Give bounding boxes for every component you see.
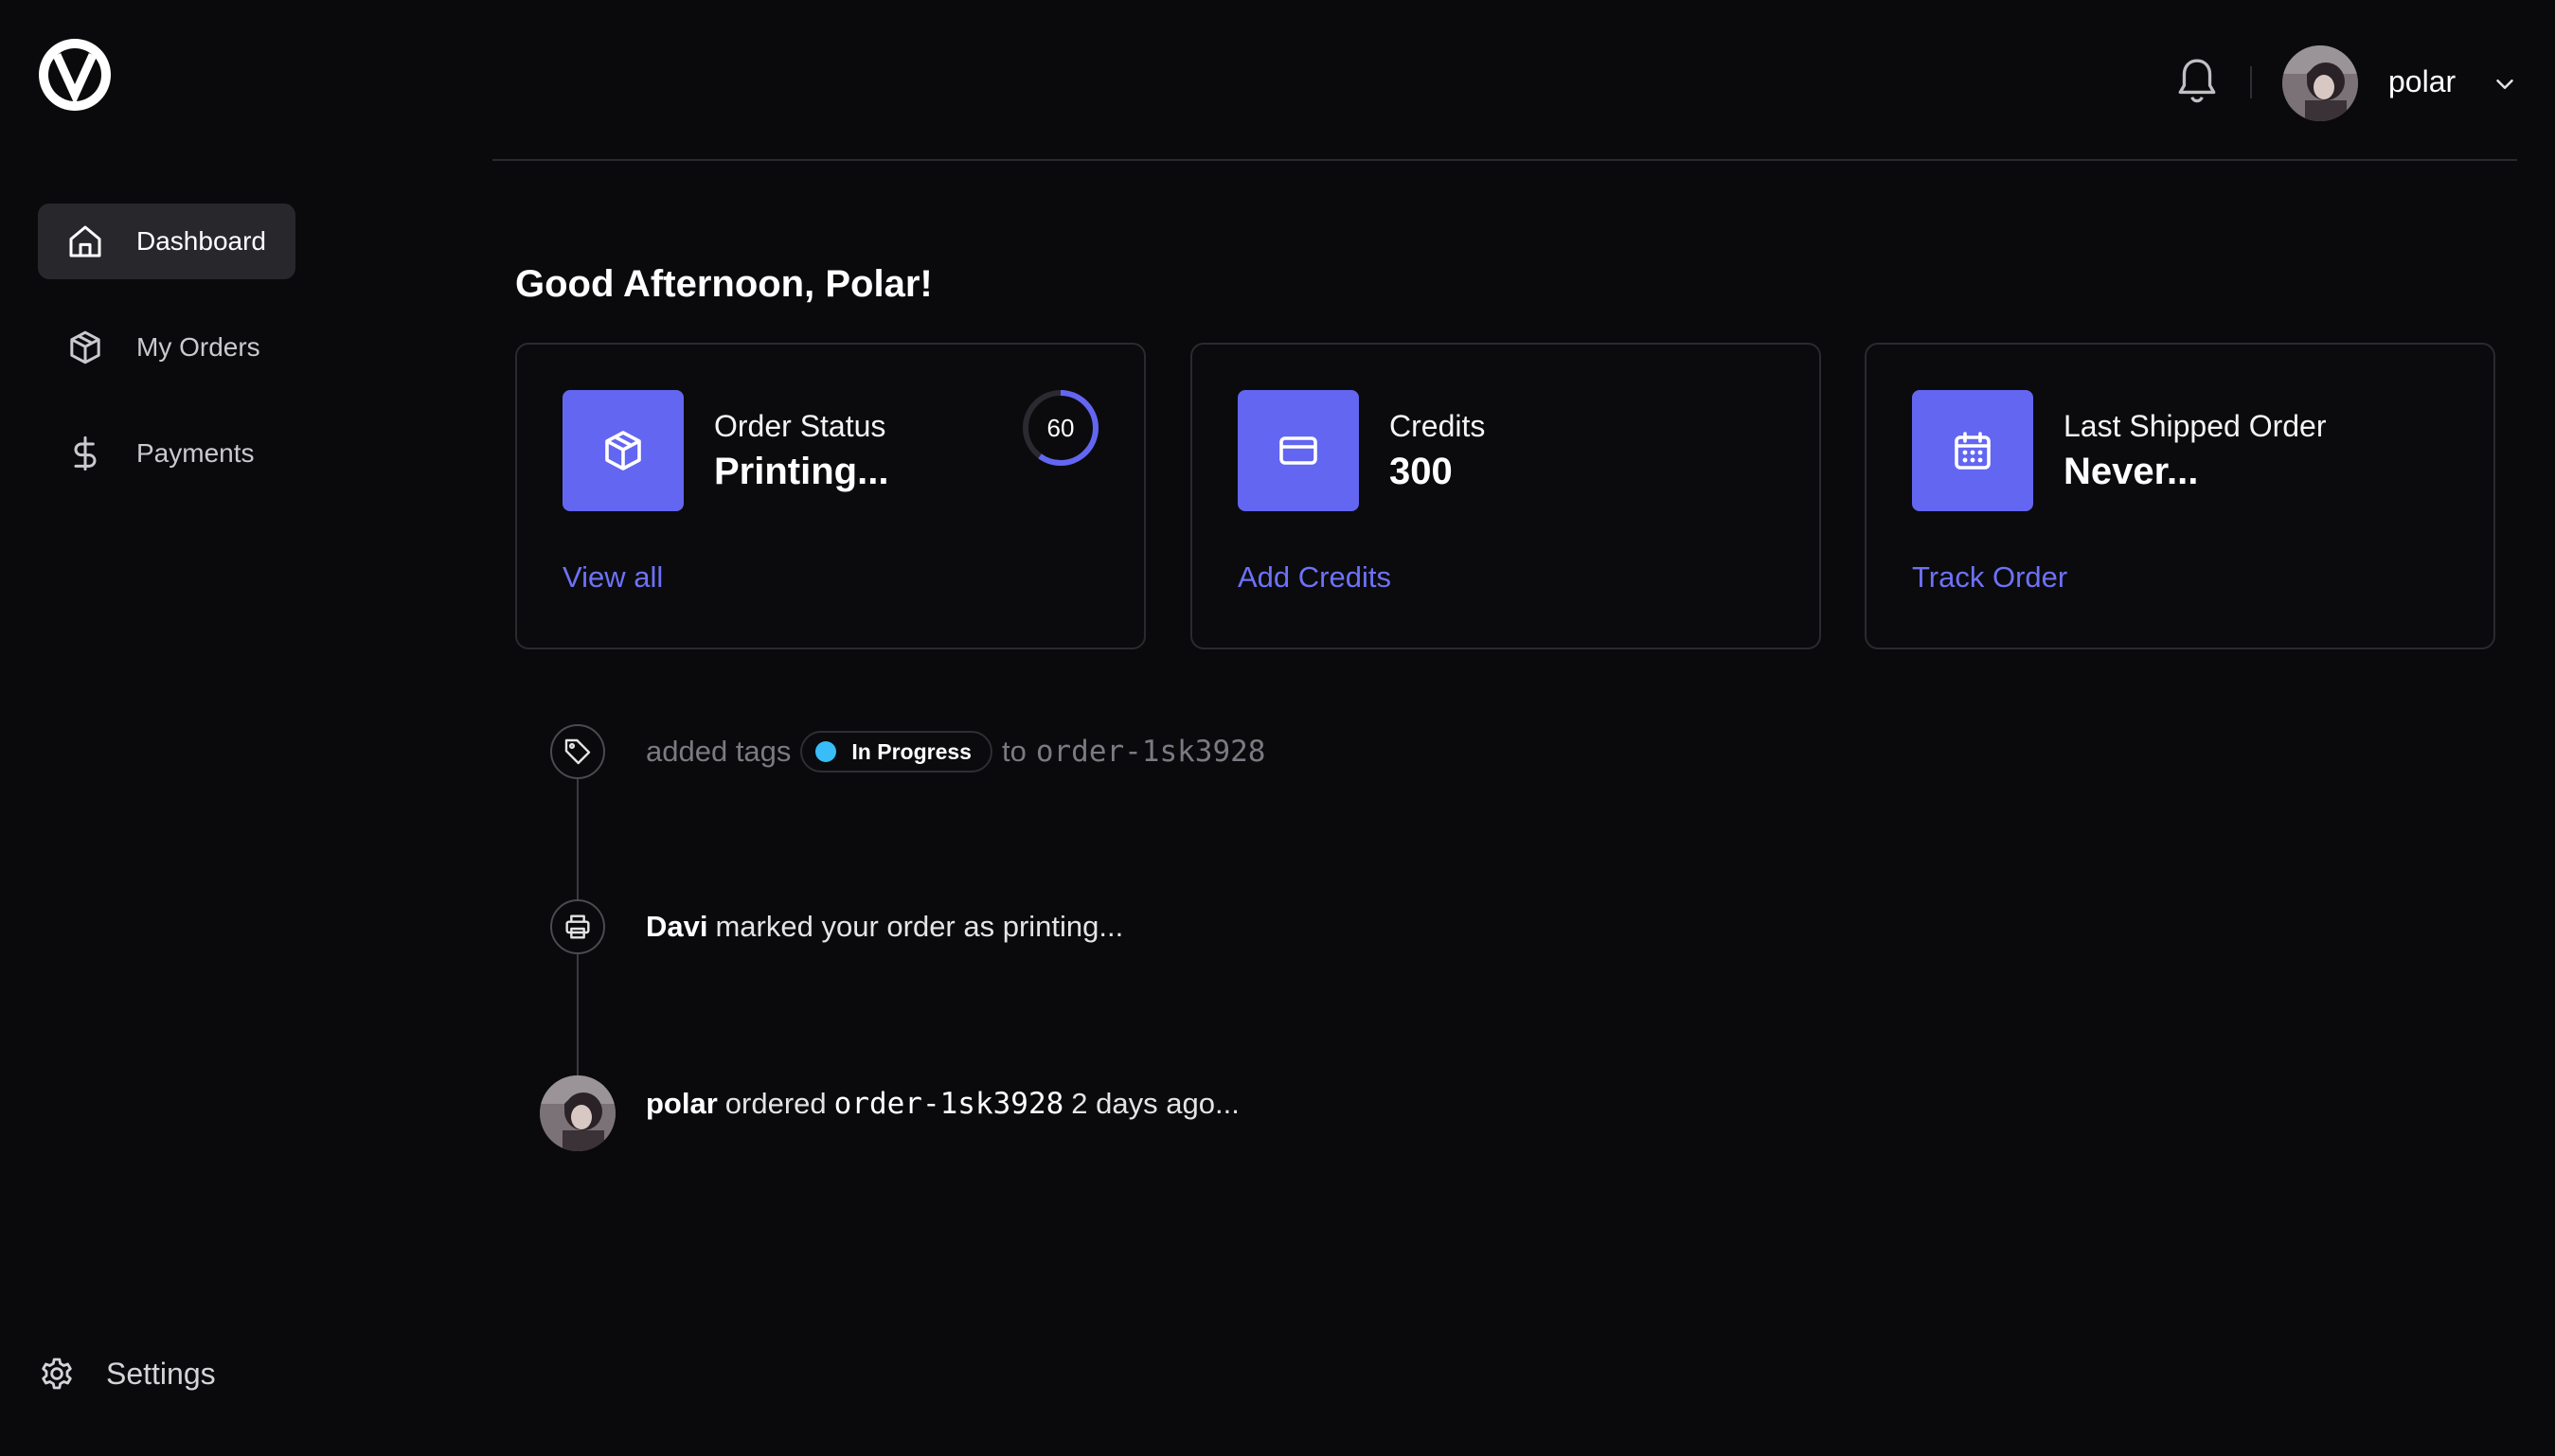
timeline-event-ordered: polar ordered order-1sk3928 2 days ago..… bbox=[646, 1077, 1240, 1130]
card-value: Never... bbox=[2064, 451, 2199, 492]
timeline-event-tags: added tags In Progress to order-1sk3928 bbox=[646, 725, 1265, 778]
avatar[interactable] bbox=[2282, 45, 2358, 121]
last-shipped-card: Last Shipped Order Never... Track Order bbox=[1865, 343, 2495, 649]
home-icon bbox=[69, 225, 101, 257]
calendar-icon bbox=[1955, 432, 1991, 470]
sidebar-item-payments[interactable]: Payments bbox=[38, 416, 295, 491]
sidebar: Dashboard My Orders Payments Settings bbox=[0, 0, 473, 1456]
order-id[interactable]: order-1sk3928 bbox=[834, 1087, 1064, 1121]
event-actor: polar bbox=[646, 1087, 718, 1120]
timeline-connector bbox=[577, 778, 579, 901]
order-id[interactable]: order-1sk3928 bbox=[1036, 735, 1266, 769]
sidebar-item-label: Payments bbox=[136, 438, 255, 468]
sidebar-nav: Dashboard My Orders Payments bbox=[38, 204, 295, 522]
credits-icon-box bbox=[1238, 390, 1359, 511]
timeline-node bbox=[550, 899, 605, 954]
timeline-node bbox=[550, 724, 605, 779]
order-status-icon-box bbox=[563, 390, 684, 511]
avatar bbox=[540, 1075, 616, 1151]
logo-icon[interactable] bbox=[36, 36, 114, 114]
card-value: 300 bbox=[1389, 451, 1453, 492]
card-value: Printing... bbox=[714, 451, 889, 492]
credits-card: Credits 300 Add Credits bbox=[1190, 343, 1821, 649]
status-badge[interactable]: In Progress bbox=[800, 731, 992, 772]
bell-icon[interactable] bbox=[2173, 55, 2221, 108]
event-text: marked your order as printing... bbox=[715, 910, 1124, 943]
event-actor: Davi bbox=[646, 910, 708, 943]
status-badge-label: In Progress bbox=[851, 738, 972, 764]
printer-icon bbox=[565, 914, 590, 939]
timeline-event-printing: Davi marked your order as printing... bbox=[646, 900, 1123, 953]
page-title: Good Afternoon, Polar! bbox=[515, 263, 933, 305]
order-status-card: Order Status Printing... 60 View all bbox=[515, 343, 1146, 649]
dollar-icon bbox=[74, 435, 97, 471]
event-text: ordered bbox=[724, 1087, 827, 1120]
card-title: Credits bbox=[1389, 409, 1486, 443]
header-divider bbox=[2250, 66, 2252, 98]
tag-icon bbox=[564, 738, 591, 765]
add-credits-link[interactable]: Add Credits bbox=[1238, 560, 1391, 595]
timeline-connector bbox=[577, 954, 579, 1075]
last-shipped-icon-box bbox=[1912, 390, 2033, 511]
sidebar-item-my-orders[interactable]: My Orders bbox=[38, 310, 295, 385]
progress-label: 60 bbox=[1046, 413, 1075, 442]
sidebar-item-label: Dashboard bbox=[136, 226, 266, 256]
event-middle: to bbox=[1001, 735, 1027, 768]
view-all-link[interactable]: View all bbox=[563, 560, 663, 595]
settings-button[interactable]: Settings bbox=[38, 1352, 216, 1395]
event-suffix: 2 days ago... bbox=[1071, 1087, 1240, 1120]
package-icon bbox=[70, 330, 100, 364]
package-icon bbox=[605, 431, 641, 471]
track-order-link[interactable]: Track Order bbox=[1912, 560, 2067, 595]
header-username[interactable]: polar bbox=[2388, 64, 2456, 99]
status-dot bbox=[815, 741, 837, 762]
gear-icon bbox=[42, 1358, 72, 1390]
credit-card-icon bbox=[1279, 436, 1317, 465]
top-header: polar bbox=[492, 0, 2517, 161]
sidebar-item-label: My Orders bbox=[136, 332, 260, 362]
card-title: Last Shipped Order bbox=[2064, 409, 2327, 443]
settings-label: Settings bbox=[106, 1356, 216, 1391]
sidebar-item-dashboard[interactable]: Dashboard bbox=[38, 204, 295, 279]
card-title: Order Status bbox=[714, 409, 886, 443]
event-prefix: added tags bbox=[646, 735, 792, 768]
chevron-down-icon[interactable] bbox=[2491, 70, 2519, 98]
